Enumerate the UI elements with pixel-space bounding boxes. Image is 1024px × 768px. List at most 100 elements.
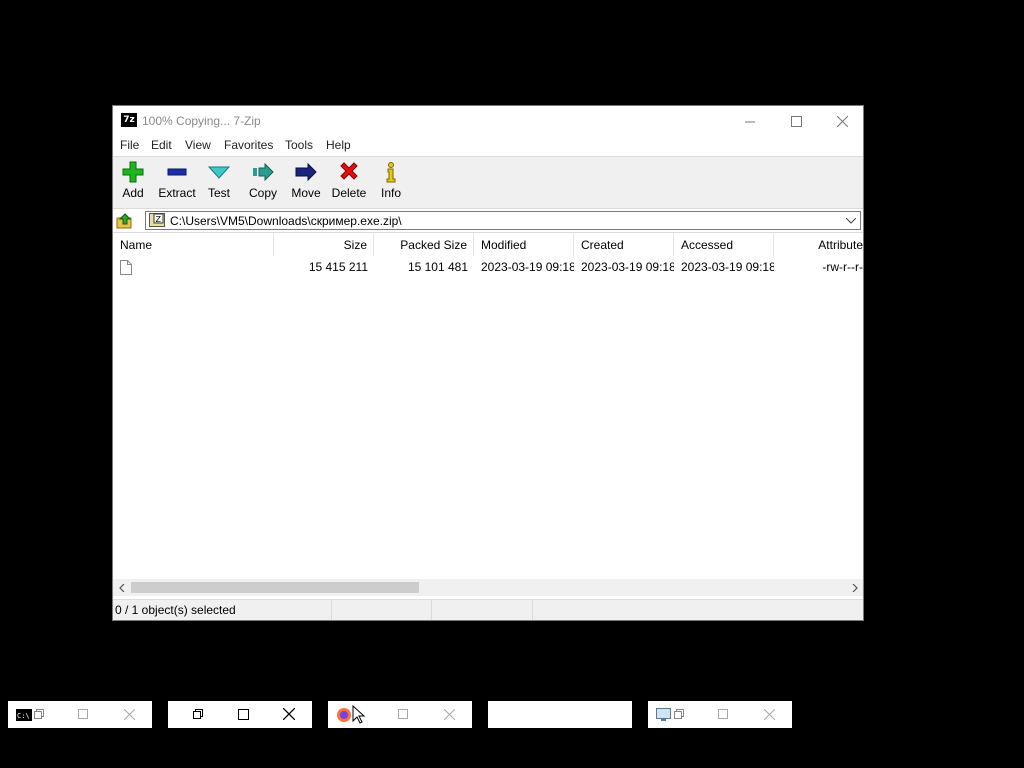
minimize-icon <box>744 121 755 122</box>
file-accessed-cell: 2023-03-19 09:18 <box>681 260 774 274</box>
monitor-icon <box>656 708 671 721</box>
address-dropdown-button[interactable] <box>844 213 858 228</box>
cmd-icon: C:\ <box>16 709 32 721</box>
address-input[interactable]: Z C:\Users\VM5\Downloads\скример.exe.zip… <box>145 211 861 230</box>
restore-icon <box>34 709 44 719</box>
move-button[interactable]: Move <box>284 161 328 207</box>
info-icon <box>386 162 396 183</box>
chevron-left-icon <box>118 583 124 592</box>
menu-edit[interactable]: Edit <box>151 138 172 152</box>
status-selection: 0 / 1 object(s) selected <box>113 600 332 620</box>
zip-archive-icon: Z <box>149 213 165 227</box>
column-modified-header[interactable]: Modified <box>474 234 574 256</box>
close-button[interactable] <box>282 707 296 721</box>
menu-view[interactable]: View <box>185 138 211 152</box>
test-label: Test <box>207 186 230 200</box>
close-button[interactable] <box>762 707 776 721</box>
minimize-button[interactable] <box>727 106 773 136</box>
maximize-icon <box>398 709 408 719</box>
scroll-right-button[interactable] <box>846 579 863 596</box>
move-arrow-icon <box>295 162 317 182</box>
maximize-icon <box>718 709 728 719</box>
horizontal-scrollbar[interactable] <box>113 579 863 596</box>
file-size-cell: 15 415 211 <box>308 260 368 274</box>
title-bar[interactable]: 7z 100% Copying... 7-Zip <box>113 106 863 136</box>
close-icon <box>283 708 295 720</box>
restore-button[interactable] <box>191 707 205 721</box>
close-icon <box>443 708 455 720</box>
column-name-header[interactable]: Name <box>113 234 274 256</box>
file-name-cell <box>113 257 274 277</box>
close-icon <box>763 708 775 720</box>
menu-bar: File Edit View Favorites Tools Help <box>113 136 863 156</box>
add-button[interactable]: Add <box>111 161 155 207</box>
chevron-down-icon <box>846 217 856 224</box>
column-created-header[interactable]: Created <box>574 234 674 256</box>
close-button[interactable] <box>122 707 136 721</box>
menu-help[interactable]: Help <box>326 138 351 152</box>
restore-icon <box>193 709 203 719</box>
minimized-window-firefox[interactable] <box>328 701 472 728</box>
address-bar: Z C:\Users\VM5\Downloads\скример.exe.zip… <box>113 209 863 233</box>
minimized-window-2[interactable] <box>168 701 312 728</box>
mouse-cursor-icon <box>352 705 366 724</box>
restore-icon <box>674 709 684 719</box>
7zip-window: 7z 100% Copying... 7-Zip File Edit View … <box>112 105 864 621</box>
maximize-button[interactable] <box>236 707 250 721</box>
delete-button[interactable]: Delete <box>327 161 371 207</box>
maximize-button[interactable] <box>773 106 819 136</box>
svg-text:C:\: C:\ <box>17 712 30 720</box>
minimized-window-blank[interactable] <box>488 701 632 728</box>
firefox-icon <box>337 708 351 722</box>
test-button[interactable]: Test <box>197 161 241 207</box>
file-modified-cell: 2023-03-19 09:18 <box>481 260 574 274</box>
column-accessed-header[interactable]: Accessed <box>674 234 774 256</box>
column-attributes-header[interactable]: Attribute <box>774 234 863 256</box>
status-bar: 0 / 1 object(s) selected <box>113 599 863 620</box>
close-button[interactable] <box>819 106 865 136</box>
minimized-window-5[interactable] <box>648 701 792 728</box>
window-title: 100% Copying... 7-Zip <box>142 114 261 128</box>
minus-icon <box>167 168 187 176</box>
status-segment-2 <box>332 600 432 620</box>
delete-x-icon <box>340 162 358 180</box>
file-packed-size-cell: 15 101 481 <box>407 260 468 274</box>
scroll-thumb[interactable] <box>131 582 419 593</box>
restore-button[interactable] <box>32 707 46 721</box>
copy-label: Copy <box>248 186 277 200</box>
menu-file[interactable]: File <box>120 138 139 152</box>
delete-label: Delete <box>331 186 367 200</box>
maximize-icon <box>78 709 88 719</box>
7zip-app-icon: 7z <box>121 113 137 127</box>
menu-favorites[interactable]: Favorites <box>224 138 273 152</box>
scroll-left-button[interactable] <box>113 579 130 596</box>
toolbar: Add Extract Test Copy Move Delete Info <box>113 156 863 209</box>
parent-folder-button[interactable] <box>116 212 134 230</box>
minimized-window-cmd[interactable]: C:\ <box>8 701 152 728</box>
status-segment-3 <box>432 600 533 620</box>
menu-tools[interactable]: Tools <box>285 138 313 152</box>
maximize-button[interactable] <box>716 707 730 721</box>
status-segment-4 <box>533 600 863 620</box>
column-packed-size-header[interactable]: Packed Size <box>374 234 474 256</box>
info-button[interactable]: Info <box>369 161 413 207</box>
file-attributes-cell: -rw-r--r- <box>822 260 863 274</box>
column-size-header[interactable]: Size <box>274 234 374 256</box>
file-created-cell: 2023-03-19 09:18 <box>581 260 674 274</box>
restore-button[interactable] <box>672 707 686 721</box>
close-icon <box>123 708 135 720</box>
address-path: C:\Users\VM5\Downloads\скример.exe.zip\ <box>170 214 402 228</box>
svg-text:Z: Z <box>156 215 162 224</box>
chevron-right-icon <box>852 583 858 592</box>
maximize-button[interactable] <box>396 707 410 721</box>
maximize-icon <box>790 115 802 127</box>
extract-label: Extract <box>158 186 196 200</box>
file-list-header: Name Size Packed Size Modified Created A… <box>113 234 863 256</box>
plus-icon <box>122 161 144 183</box>
copy-button[interactable]: Copy <box>241 161 285 207</box>
extract-button[interactable]: Extract <box>155 161 199 207</box>
close-button[interactable] <box>442 707 456 721</box>
info-label: Info <box>380 186 401 200</box>
table-row[interactable]: 15 415 211 15 101 481 2023-03-19 09:18 2… <box>113 257 863 277</box>
maximize-button[interactable] <box>76 707 90 721</box>
